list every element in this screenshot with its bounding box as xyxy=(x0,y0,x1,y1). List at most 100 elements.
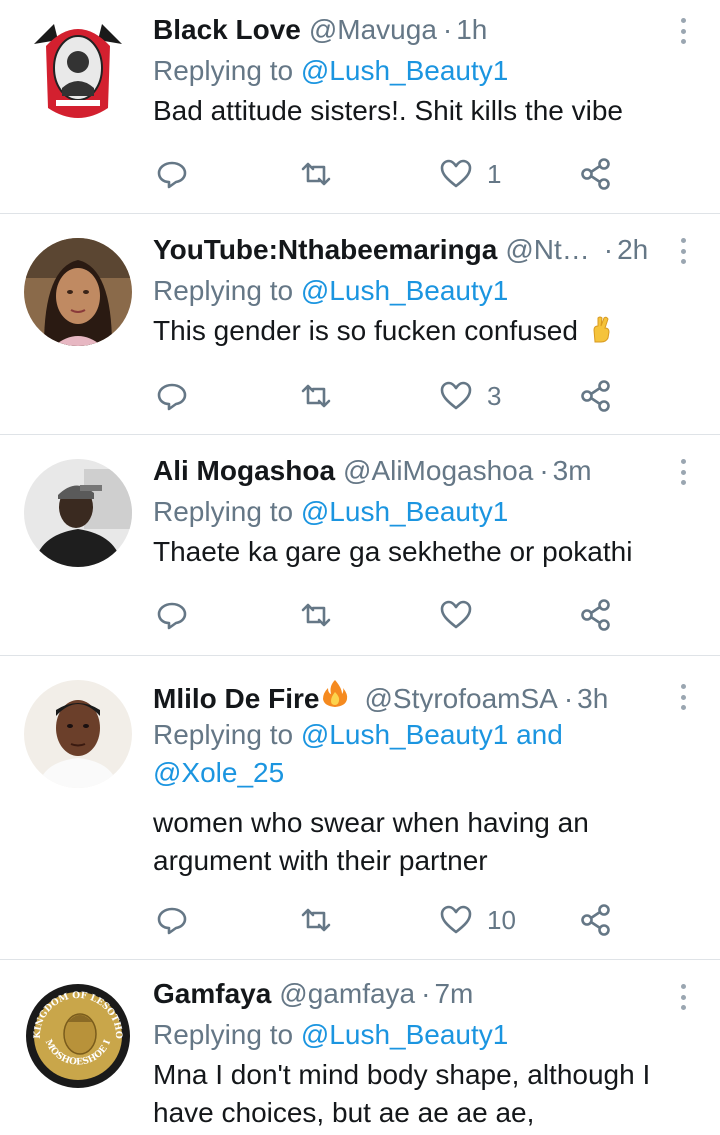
reply-button[interactable] xyxy=(155,376,189,416)
user-handle[interactable]: @StyrofoamSA xyxy=(364,683,557,712)
reply-button[interactable] xyxy=(155,595,189,635)
man-cap-avatar xyxy=(24,459,132,567)
tweet-text: Thaete ka gare ga sekhethe or pokathi xyxy=(153,536,633,567)
share-button[interactable] xyxy=(579,376,613,416)
timestamp[interactable]: 3h xyxy=(577,683,608,712)
retweet-icon xyxy=(301,908,331,932)
mention-link[interactable]: @Lush_Beauty1 xyxy=(301,275,508,306)
mention-link[interactable]: @Lush_Beauty1 and xyxy=(301,719,563,750)
action-bar: 10 xyxy=(153,900,633,940)
tweet-text-line: have choices, but ae ae ae ae, xyxy=(153,1097,535,1128)
share-icon xyxy=(581,380,610,412)
like-button[interactable] xyxy=(439,595,473,635)
mention-link[interactable]: @Lush_Beauty1 xyxy=(301,1019,508,1050)
retweet-button[interactable] xyxy=(299,900,333,940)
tweet[interactable]: Black Love @Mavuga · 1h Replying to @Lus… xyxy=(0,0,720,214)
like-button[interactable]: 3 xyxy=(439,376,501,416)
retweet-button[interactable] xyxy=(299,595,333,635)
mention-link-2[interactable]: @Xole_25 xyxy=(153,757,284,788)
red-crest-avatar xyxy=(24,16,132,124)
user-handle[interactable]: @AliMogashoa xyxy=(343,455,533,487)
user-handle[interactable]: @gamfaya xyxy=(279,978,415,1010)
tweet-text: Mna I don't mind body shape, although I … xyxy=(153,1056,668,1132)
reply-icon xyxy=(157,161,187,189)
reply-button[interactable] xyxy=(155,154,189,194)
tweet[interactable]: Mlilo De Fire @StyrofoamSA · 3h Replying… xyxy=(0,656,720,960)
replying-to-label: Replying to xyxy=(153,719,294,750)
separator-dot: · xyxy=(539,455,549,486)
tweet-text-line: argument with their partner xyxy=(153,845,488,876)
replying-to-label: Replying to xyxy=(153,496,294,527)
lesotho-coin-avatar: KINGDOM OF LESOTHO MOSHOESHOE I xyxy=(24,982,132,1090)
share-icon xyxy=(581,599,610,631)
reply-icon xyxy=(157,602,187,630)
crossed-fingers-emoji xyxy=(593,316,610,343)
replying-to-label: Replying to xyxy=(153,275,294,306)
woman-portrait-avatar xyxy=(24,238,132,346)
tweet[interactable]: YouTube:Nthabeemaringa @Nt… · 2h Replyin… xyxy=(0,214,720,435)
timestamp[interactable]: 2h xyxy=(617,234,648,266)
heart-icon xyxy=(440,381,472,410)
separator-dot: · xyxy=(442,14,453,45)
display-name[interactable]: Mlilo De Fire xyxy=(153,683,319,712)
tweet-text: women who swear when having an argument … xyxy=(153,804,668,880)
like-button[interactable]: 1 xyxy=(439,154,501,194)
user-handle[interactable]: @Mavuga xyxy=(309,14,437,46)
separator-dot: · xyxy=(563,683,574,712)
avatar[interactable] xyxy=(24,238,132,346)
share-icon xyxy=(581,158,610,190)
retweet-icon xyxy=(301,603,331,627)
more-options-icon[interactable] xyxy=(674,457,692,487)
fire-emoji xyxy=(323,680,348,707)
user-handle[interactable]: @Nt… xyxy=(505,234,589,266)
display-name[interactable]: Gamfaya xyxy=(153,978,271,1010)
more-options-icon[interactable] xyxy=(674,16,692,46)
like-count: 3 xyxy=(487,380,502,411)
more-options-icon[interactable] xyxy=(674,682,692,712)
timestamp[interactable]: 7m xyxy=(434,978,473,1010)
action-bar: 3 xyxy=(153,376,633,416)
tweet[interactable]: KINGDOM OF LESOTHO MOSHOESHOE I Gamfaya … xyxy=(0,960,720,1135)
tweet-text: Bad attitude sisters!. Shit kills the vi… xyxy=(153,95,623,126)
mention-link[interactable]: @Lush_Beauty1 xyxy=(301,496,508,527)
heart-icon xyxy=(440,600,472,629)
share-icon xyxy=(581,904,610,936)
retweet-button[interactable] xyxy=(299,376,333,416)
separator-dot: · xyxy=(421,978,431,1009)
like-count: 1 xyxy=(487,158,502,189)
avatar[interactable] xyxy=(24,16,132,124)
heart-icon xyxy=(440,905,472,934)
tweet-text: This gender is so fucken confused xyxy=(153,312,668,350)
replying-to-label: Replying to xyxy=(153,55,294,86)
avatar[interactable] xyxy=(24,680,132,788)
mention-link[interactable]: @Lush_Beauty1 xyxy=(301,55,508,86)
avatar[interactable] xyxy=(24,459,132,567)
display-name[interactable]: Black Love xyxy=(153,14,301,46)
share-button[interactable] xyxy=(579,595,613,635)
more-options-icon[interactable] xyxy=(674,236,692,266)
display-name[interactable]: Ali Mogashoa xyxy=(153,455,335,487)
replying-to-label: Replying to xyxy=(153,1019,294,1050)
share-button[interactable] xyxy=(579,154,613,194)
replying-to: Replying to @Lush_Beauty1 xyxy=(153,52,668,90)
retweet-icon xyxy=(301,162,331,186)
action-bar: 1 xyxy=(153,154,633,194)
tweet[interactable]: Ali Mogashoa @AliMogashoa · 3m Replying … xyxy=(0,435,720,656)
timestamp[interactable]: 3m xyxy=(553,455,592,487)
replying-to: Replying to @Lush_Beauty1 xyxy=(153,1016,668,1054)
retweet-button[interactable] xyxy=(299,154,333,194)
heart-icon xyxy=(440,159,472,188)
share-button[interactable] xyxy=(579,900,613,940)
tweet-text-line: women who swear when having an xyxy=(153,807,589,838)
separator-dot: · xyxy=(603,234,614,265)
avatar[interactable]: KINGDOM OF LESOTHO MOSHOESHOE I xyxy=(24,982,132,1090)
action-bar xyxy=(153,595,633,635)
reply-button[interactable] xyxy=(155,900,189,940)
replying-to: Replying to @Lush_Beauty1 xyxy=(153,272,668,310)
more-options-icon[interactable] xyxy=(674,982,692,1012)
timestamp[interactable]: 1h xyxy=(456,14,487,46)
like-button[interactable]: 10 xyxy=(439,900,516,940)
tweet-text-line: Mna I don't mind body shape, although I xyxy=(153,1059,651,1090)
display-name[interactable]: YouTube:Nthabeemaringa xyxy=(153,234,497,266)
tweet-text-body: This gender is so fucken confused xyxy=(153,315,578,346)
